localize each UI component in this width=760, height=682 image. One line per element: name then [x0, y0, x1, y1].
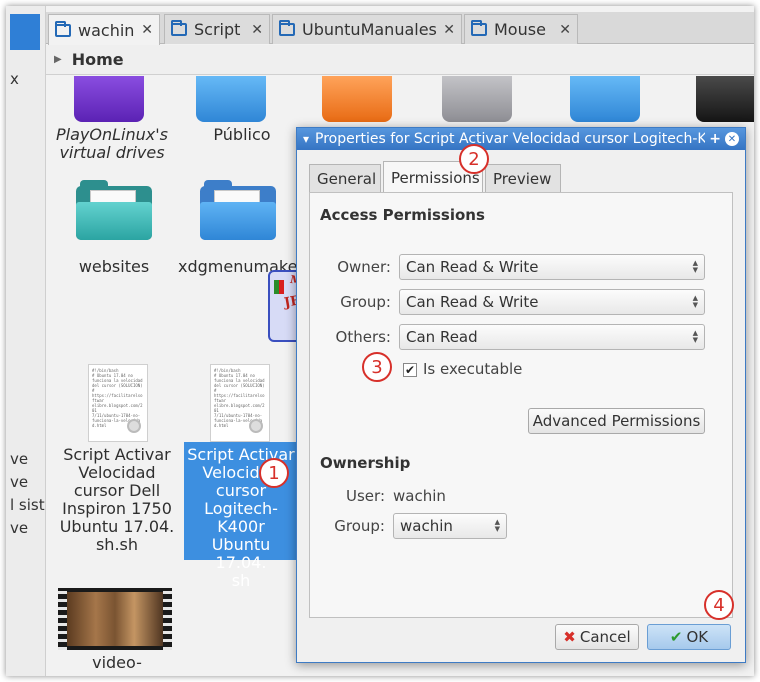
side-item[interactable]: ve	[10, 519, 28, 537]
folder-icon[interactable]	[442, 76, 512, 122]
advanced-permissions-button[interactable]: Advanced Permissions	[528, 408, 705, 434]
dialog-title: Properties for Script Activar Velocidad …	[315, 131, 706, 147]
properties-dialog: ▾ Properties for Script Activar Velocida…	[296, 127, 746, 663]
folder-icon[interactable]	[322, 76, 392, 122]
owner-label: Owner:	[337, 258, 391, 276]
owner-select[interactable]: Can Read & Write ▲ ▼	[399, 254, 705, 280]
file-label-websites[interactable]: websites	[54, 258, 174, 276]
file-label-video[interactable]: video-	[54, 654, 180, 672]
cancel-icon: ✖	[563, 628, 576, 646]
updown-arrow-icon: ▲ ▼	[692, 259, 698, 274]
close-icon[interactable]: ✕	[559, 22, 571, 38]
group-select[interactable]: Can Read & Write ▲ ▼	[399, 289, 705, 315]
tab-bar: wachin ✕ Script ✕ UbuntuManuales ✕ Mouse…	[46, 12, 754, 45]
folder-icon	[279, 20, 295, 36]
tab-general[interactable]: General	[309, 164, 381, 192]
callout-3: 3	[362, 352, 392, 382]
updown-arrow-icon: ▲ ▼	[692, 329, 698, 344]
side-item[interactable]: ve	[10, 450, 28, 468]
folder-icon[interactable]	[570, 76, 640, 122]
others-select[interactable]: Can Read ▲ ▼	[399, 324, 705, 350]
user-value: wachin	[393, 487, 446, 505]
tab-label: Script	[194, 20, 241, 39]
tab-label: wachin	[78, 20, 135, 40]
others-label: Others:	[335, 328, 391, 346]
tab-ubuntumanuales[interactable]: UbuntuManuales ✕	[272, 14, 462, 44]
cancel-button[interactable]: ✖ Cancel	[555, 624, 639, 650]
ok-button[interactable]: ✔ OK	[647, 624, 731, 650]
gear-icon	[127, 419, 141, 433]
executable-checkbox[interactable]: ✔	[403, 363, 417, 377]
callout-4: 4	[704, 590, 734, 620]
user-label: User:	[346, 487, 385, 505]
gear-icon	[249, 419, 263, 433]
expand-arrow-icon[interactable]: ▶	[54, 54, 62, 65]
updown-arrow-icon: ▲ ▼	[692, 294, 698, 309]
tab-script[interactable]: Script ✕	[164, 14, 270, 44]
tab-wachin[interactable]: wachin ✕	[48, 14, 160, 45]
ownership-group-label: Group:	[334, 517, 385, 535]
side-item[interactable]: ve	[10, 473, 28, 491]
group-label: Group:	[340, 293, 391, 311]
close-icon[interactable]: ✕	[251, 22, 263, 38]
tab-label: Mouse	[494, 20, 546, 39]
updown-arrow-icon: ▲ ▼	[494, 518, 500, 533]
folder-icon	[55, 20, 71, 37]
executable-label[interactable]: Is executable	[423, 360, 522, 378]
folder-icon	[471, 20, 487, 36]
tab-mouse[interactable]: Mouse ✕	[464, 14, 578, 44]
tab-label: UbuntuManuales	[302, 20, 437, 39]
video-thumbnail[interactable]	[58, 588, 172, 650]
callout-2: 2	[459, 144, 489, 174]
folder-icon[interactable]	[74, 76, 144, 122]
path-bar: ▶ Home	[46, 45, 754, 75]
script-file-icon[interactable]: #!/bin/bash # Ubuntu 17.04 no funciona la …	[210, 364, 270, 442]
side-pane: x ve ve l sist ve	[6, 6, 46, 676]
close-icon[interactable]: ✕	[443, 22, 455, 38]
check-icon: ✔	[669, 628, 683, 646]
side-pane-highlight	[10, 14, 40, 50]
folder-icon	[171, 20, 187, 36]
close-icon[interactable]: ✕	[141, 22, 153, 38]
menu-icon[interactable]: ▾	[303, 132, 309, 146]
folder-icon[interactable]	[196, 76, 266, 122]
dialog-titlebar[interactable]: ▾ Properties for Script Activar Velocida…	[297, 128, 745, 150]
ownership-group-select[interactable]: wachin ▲ ▼	[393, 513, 507, 539]
side-item[interactable]: l sist	[10, 496, 45, 514]
access-permissions-header: Access Permissions	[320, 206, 485, 224]
keep-above-icon[interactable]: +	[709, 131, 721, 147]
side-text-x: x	[10, 70, 19, 88]
file-label-publico[interactable]: Público	[182, 126, 302, 144]
folder-icon[interactable]	[696, 76, 754, 122]
close-icon[interactable]: ✕	[725, 132, 739, 146]
flag-icon	[274, 280, 284, 294]
file-label-script-dell[interactable]: Script Activar Velocidad cursor Dell Inspi…	[54, 446, 180, 554]
script-file-icon[interactable]: #!/bin/bash # Ubuntu 17.04 no funciona la …	[88, 364, 148, 442]
ownership-header: Ownership	[320, 454, 411, 472]
tab-preview[interactable]: Preview	[485, 164, 561, 192]
callout-1: 1	[259, 458, 289, 488]
path-title[interactable]: Home	[72, 50, 124, 69]
folder-websites-icon[interactable]	[76, 180, 152, 240]
file-label-playonlinux[interactable]: PlayOnLinux's virtual drives	[54, 126, 170, 162]
folder-xdgmenumaker-icon[interactable]	[200, 180, 276, 240]
